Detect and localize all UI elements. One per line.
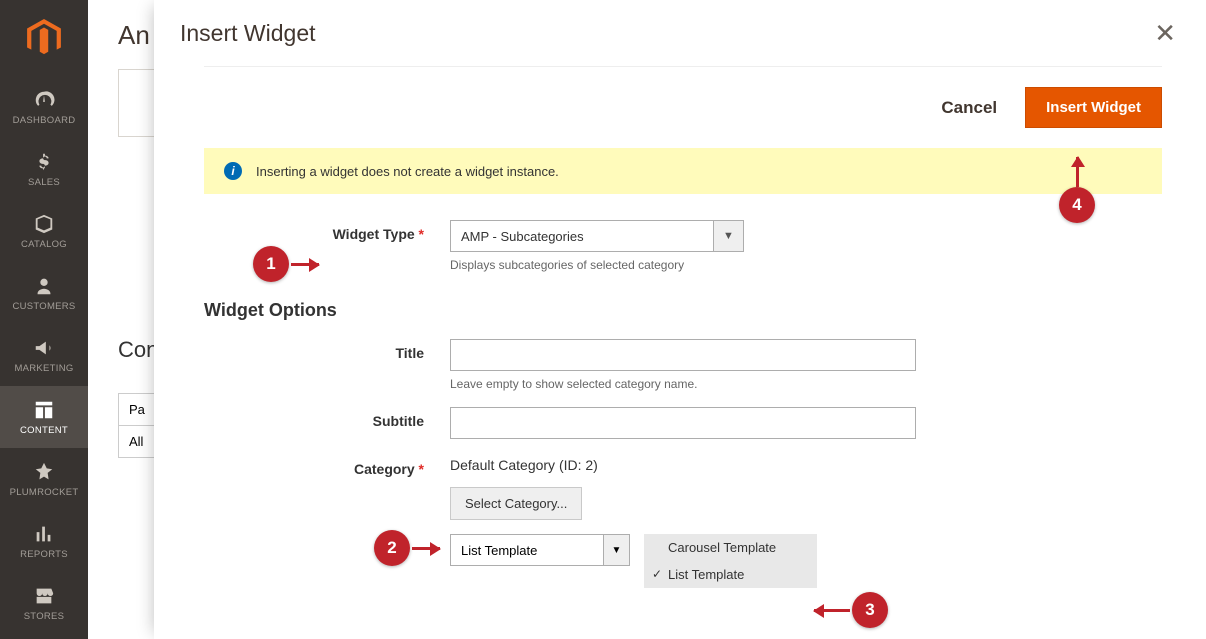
template-select[interactable]: List Template ▼ bbox=[450, 534, 630, 566]
layout-icon bbox=[33, 399, 55, 421]
nav-marketing[interactable]: MARKETING bbox=[0, 324, 88, 386]
nav-dashboard[interactable]: DASHBOARD bbox=[0, 76, 88, 138]
nav-label: STORES bbox=[24, 611, 65, 622]
annotation-4-arrow bbox=[1076, 157, 1079, 187]
store-icon bbox=[33, 585, 55, 607]
widget-type-hint: Displays subcategories of selected categ… bbox=[450, 258, 1162, 272]
modal-title: Insert Widget bbox=[180, 20, 316, 47]
person-icon bbox=[33, 275, 55, 297]
annotation-2: 2 bbox=[374, 530, 410, 566]
template-option-list[interactable]: List Template bbox=[644, 561, 817, 588]
magento-logo-icon bbox=[27, 19, 61, 57]
annotation-1: 1 bbox=[253, 246, 289, 282]
chevron-down-icon[interactable]: ▼ bbox=[714, 220, 744, 252]
title-input[interactable] bbox=[450, 339, 916, 371]
dollar-icon bbox=[33, 151, 55, 173]
insert-widget-button[interactable]: Insert Widget bbox=[1025, 87, 1162, 128]
action-bar: Cancel Insert Widget bbox=[204, 66, 1162, 148]
nav-label: CATALOG bbox=[21, 239, 67, 250]
nav-plumrocket[interactable]: PLUMROCKET bbox=[0, 448, 88, 510]
nav-reports[interactable]: REPORTS bbox=[0, 510, 88, 572]
subtitle-label: Subtitle bbox=[204, 407, 450, 429]
subtitle-input[interactable] bbox=[450, 407, 916, 439]
nav-label: DASHBOARD bbox=[13, 115, 76, 126]
nav-stores[interactable]: STORES bbox=[0, 572, 88, 634]
nav-label: CONTENT bbox=[20, 425, 68, 436]
widget-options-heading: Widget Options bbox=[204, 300, 1162, 321]
template-value: List Template bbox=[450, 534, 604, 566]
annotation-3: 3 bbox=[852, 592, 888, 628]
box-icon bbox=[33, 213, 55, 235]
nav-catalog[interactable]: CATALOG bbox=[0, 200, 88, 262]
title-label: Title bbox=[204, 339, 450, 361]
category-value: Default Category (ID: 2) bbox=[450, 455, 1162, 473]
select-category-button[interactable]: Select Category... bbox=[450, 487, 582, 520]
category-label: Category bbox=[204, 455, 450, 477]
title-hint: Leave empty to show selected category na… bbox=[450, 377, 1162, 391]
template-option-carousel[interactable]: Carousel Template bbox=[644, 534, 817, 561]
close-icon[interactable]: ✕ bbox=[1150, 16, 1180, 50]
nav-customers[interactable]: CUSTOMERS bbox=[0, 262, 88, 324]
magento-logo bbox=[0, 0, 88, 76]
template-dropdown: Carousel Template List Template bbox=[644, 534, 817, 588]
annotation-3-arrow bbox=[814, 609, 850, 612]
widget-type-select[interactable]: AMP - Subcategories ▼ bbox=[450, 220, 1162, 252]
bars-icon bbox=[33, 523, 55, 545]
insert-widget-modal: Insert Widget ✕ Cancel Insert Widget i I… bbox=[154, 0, 1206, 639]
nav-label: PLUMROCKET bbox=[10, 487, 79, 498]
nav-label: MARKETING bbox=[14, 363, 73, 374]
nav-sales[interactable]: SALES bbox=[0, 138, 88, 200]
gauge-icon bbox=[33, 89, 55, 111]
annotation-2-arrow bbox=[412, 547, 440, 550]
modal-body: Cancel Insert Widget i Inserting a widge… bbox=[154, 66, 1206, 604]
widget-type-value: AMP - Subcategories bbox=[450, 220, 714, 252]
widget-type-label: Widget Type bbox=[204, 220, 450, 242]
megaphone-icon bbox=[33, 337, 55, 359]
info-text: Inserting a widget does not create a wid… bbox=[256, 164, 559, 179]
annotation-1-arrow bbox=[291, 263, 319, 266]
cancel-button[interactable]: Cancel bbox=[941, 98, 997, 118]
info-icon: i bbox=[224, 162, 242, 180]
nav-label: SALES bbox=[28, 177, 60, 188]
chevron-down-icon[interactable]: ▼ bbox=[604, 534, 630, 566]
modal-header: Insert Widget ✕ bbox=[154, 0, 1206, 66]
plumrocket-icon bbox=[33, 461, 55, 483]
nav-content[interactable]: CONTENT bbox=[0, 386, 88, 448]
nav-label: REPORTS bbox=[20, 549, 68, 560]
admin-sidebar: DASHBOARD SALES CATALOG CUSTOMERS MARKET… bbox=[0, 0, 88, 639]
info-banner: i Inserting a widget does not create a w… bbox=[204, 148, 1162, 194]
annotation-4: 4 bbox=[1059, 187, 1095, 223]
nav-label: CUSTOMERS bbox=[12, 301, 75, 312]
